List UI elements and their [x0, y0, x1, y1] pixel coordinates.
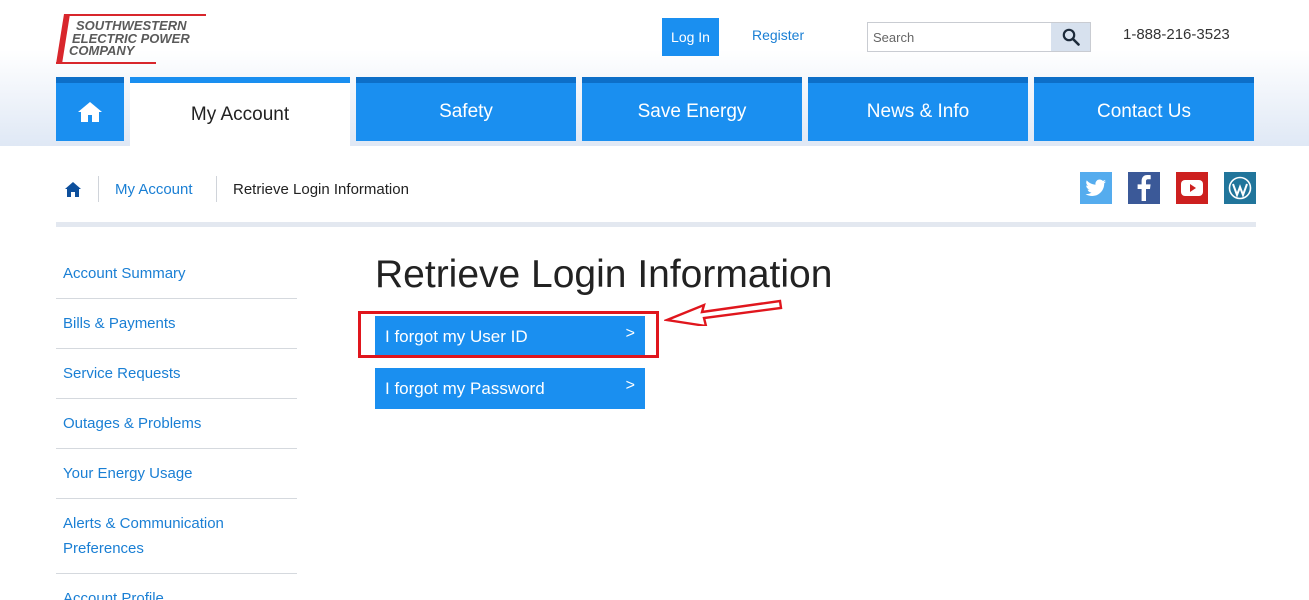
- phone-number[interactable]: 1-888-216-3523: [1123, 26, 1230, 43]
- search-input[interactable]: [868, 23, 1052, 51]
- register-link[interactable]: Register: [752, 27, 804, 43]
- wordpress-icon[interactable]: [1224, 172, 1256, 204]
- annotation-highlight-box: [358, 311, 659, 358]
- nav-tab-news-info[interactable]: News & Info: [808, 77, 1028, 141]
- sidebar-item-service-requests[interactable]: Service Requests: [56, 349, 297, 399]
- breadcrumb-home-icon[interactable]: [64, 181, 82, 199]
- content-divider: [56, 222, 1256, 227]
- nav-tab-my-account[interactable]: My Account: [130, 77, 350, 147]
- annotation-arrow: [664, 299, 783, 326]
- twitter-icon[interactable]: [1080, 172, 1112, 204]
- sidebar-item-bills-payments[interactable]: Bills & Payments: [56, 299, 297, 349]
- page-title: Retrieve Login Information: [375, 253, 833, 296]
- breadcrumb-my-account[interactable]: My Account: [115, 181, 193, 198]
- nav-tab-save-energy[interactable]: Save Energy: [582, 77, 802, 141]
- logo-line-3: COMPANY: [69, 43, 136, 58]
- chevron-right-icon: >: [625, 377, 635, 394]
- home-icon: [78, 102, 102, 122]
- youtube-icon[interactable]: [1176, 172, 1208, 204]
- swepco-logo[interactable]: SOUTHWESTERN ELECTRIC POWER COMPANY: [56, 12, 206, 66]
- forgot-password-button[interactable]: I forgot my Password >: [375, 368, 645, 409]
- sidebar-item-energy-usage[interactable]: Your Energy Usage: [56, 449, 297, 499]
- forgot-password-label: I forgot my Password: [385, 378, 545, 398]
- breadcrumb-separator: [216, 176, 217, 202]
- account-sidebar: Account Summary Bills & Payments Service…: [56, 252, 297, 600]
- search-icon: [1062, 28, 1080, 46]
- sidebar-item-alerts-preferences[interactable]: Alerts & Communication Preferences: [56, 499, 297, 574]
- nav-home-button[interactable]: [56, 77, 124, 141]
- facebook-icon[interactable]: [1128, 172, 1160, 204]
- search-box: [867, 22, 1091, 52]
- nav-tab-contact-us[interactable]: Contact Us: [1034, 77, 1254, 141]
- breadcrumb-separator: [98, 176, 99, 202]
- sidebar-item-account-summary[interactable]: Account Summary: [56, 252, 297, 299]
- sidebar-item-outages-problems[interactable]: Outages & Problems: [56, 399, 297, 449]
- search-button[interactable]: [1051, 23, 1090, 51]
- nav-tab-safety[interactable]: Safety: [356, 77, 576, 141]
- login-button[interactable]: Log In: [662, 18, 719, 56]
- breadcrumb-current: Retrieve Login Information: [233, 181, 409, 198]
- sidebar-item-account-profile[interactable]: Account Profile: [56, 574, 297, 600]
